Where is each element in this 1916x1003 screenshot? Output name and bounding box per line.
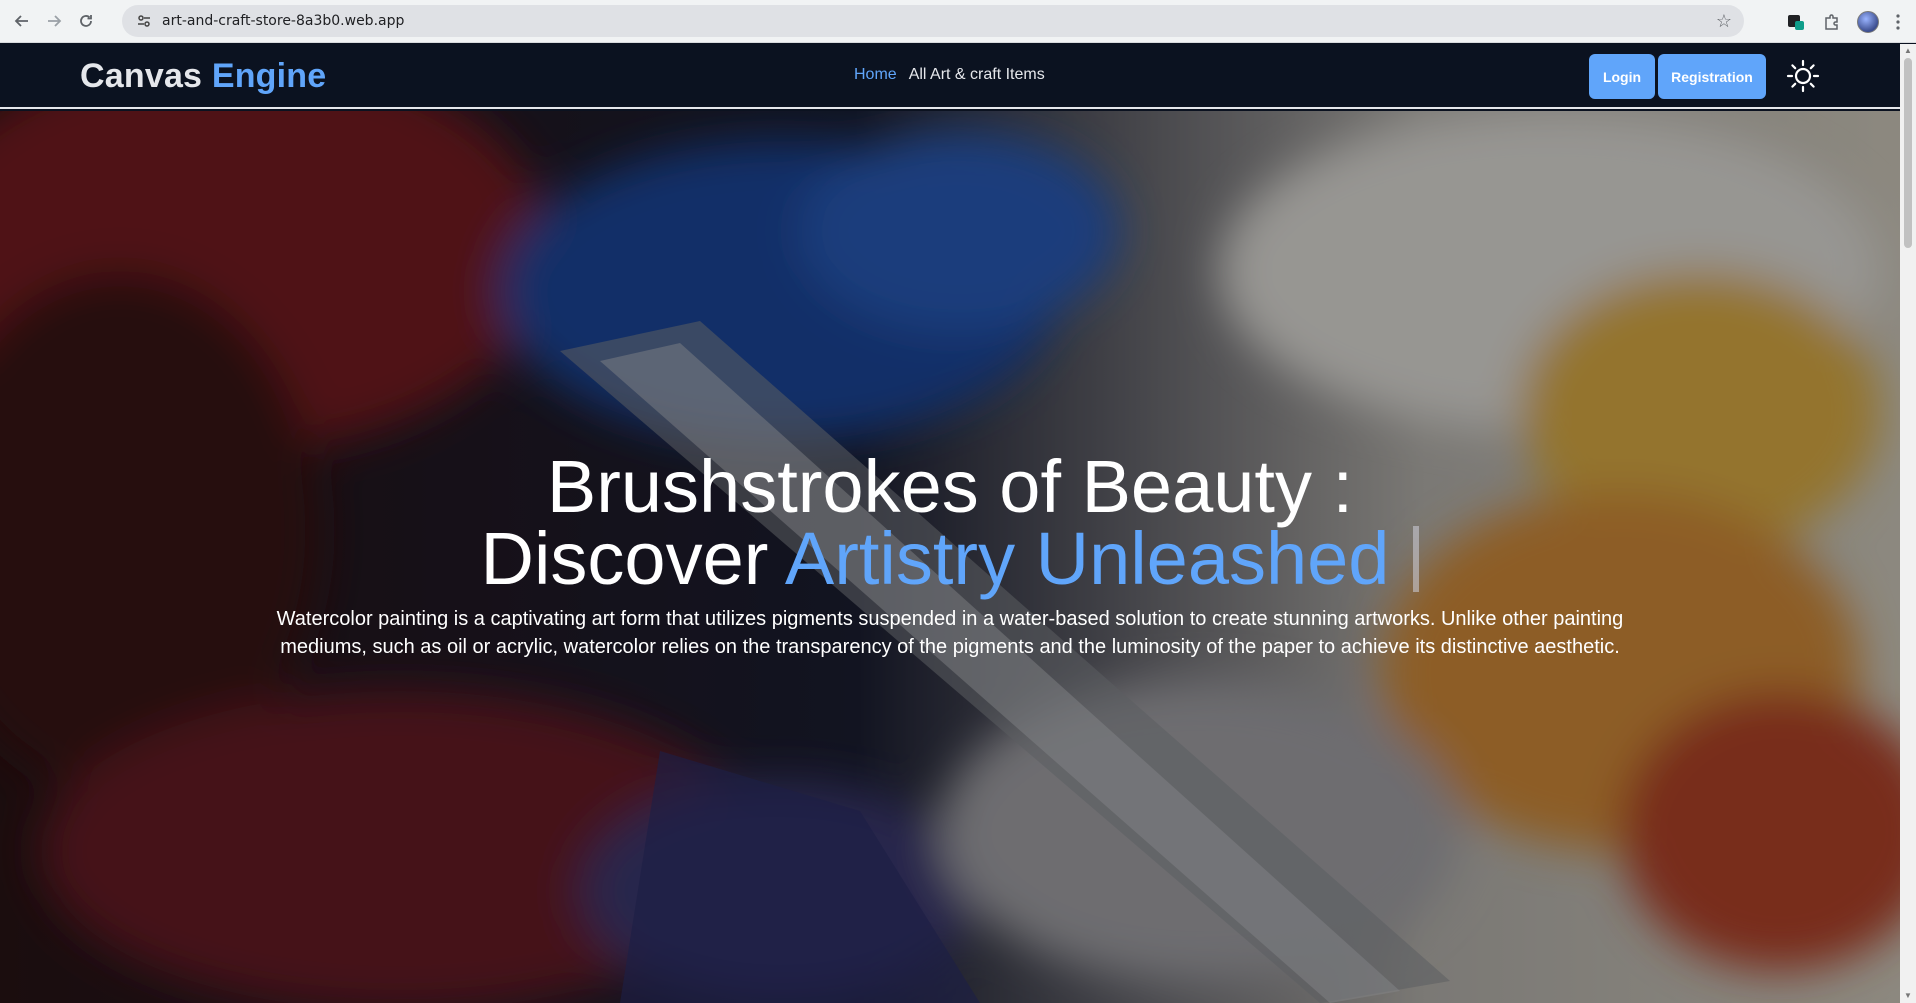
bookmark-star-icon[interactable]: ☆ (1716, 11, 1732, 32)
browser-toolbar: art-and-craft-store-8a3b0.web.app ☆ (0, 0, 1916, 43)
address-bar[interactable]: art-and-craft-store-8a3b0.web.app ☆ (122, 5, 1744, 37)
nav-home-link[interactable]: Home (854, 66, 897, 84)
reload-icon[interactable] (72, 7, 100, 35)
page: Canvas Engine Home All Art & craft Items… (0, 44, 1900, 1003)
hero-title: Brushstrokes of Beauty : Discover Artist… (0, 450, 1900, 596)
typewriter-cursor (1413, 526, 1420, 592)
hero-description: Watercolor painting is a captivating art… (276, 608, 1624, 658)
site-settings-icon[interactable] (134, 11, 154, 31)
brand-logo[interactable]: Canvas Engine (80, 57, 326, 96)
registration-button[interactable]: Registration (1658, 54, 1766, 99)
site-navbar: Canvas Engine Home All Art & craft Items… (0, 44, 1900, 109)
vertical-scrollbar[interactable]: ▲ ▼ (1900, 44, 1916, 1003)
more-icon[interactable] (1886, 4, 1910, 40)
hero-title-line2-accent: Artistry Unleashed (784, 517, 1390, 600)
scroll-up-icon[interactable]: ▲ (1904, 47, 1912, 55)
hero-content: Brushstrokes of Beauty : Discover Artist… (0, 450, 1900, 661)
login-button[interactable]: Login (1589, 54, 1655, 99)
url-text[interactable]: art-and-craft-store-8a3b0.web.app (162, 13, 404, 29)
forward-icon[interactable] (40, 7, 68, 35)
brand-name-part1: Canvas (80, 57, 203, 95)
extension-icon[interactable] (1778, 4, 1814, 40)
back-icon[interactable] (8, 7, 36, 35)
sun-icon[interactable] (1786, 59, 1820, 93)
scroll-down-icon[interactable]: ▼ (1904, 992, 1912, 1000)
nav-all-items-link[interactable]: All Art & craft Items (909, 66, 1045, 84)
puzzle-icon[interactable] (1814, 4, 1850, 40)
main-menu: Home All Art & craft Items (854, 66, 1045, 84)
hero-title-line2-plain: Discover (480, 517, 769, 600)
hero-title-line1: Brushstrokes of Beauty : (546, 445, 1354, 528)
brand-name-part2: Engine (211, 57, 327, 95)
hero-banner: Brushstrokes of Beauty : Discover Artist… (0, 111, 1900, 1003)
scrollbar-thumb[interactable] (1904, 58, 1912, 248)
profile-avatar[interactable] (1850, 4, 1886, 40)
